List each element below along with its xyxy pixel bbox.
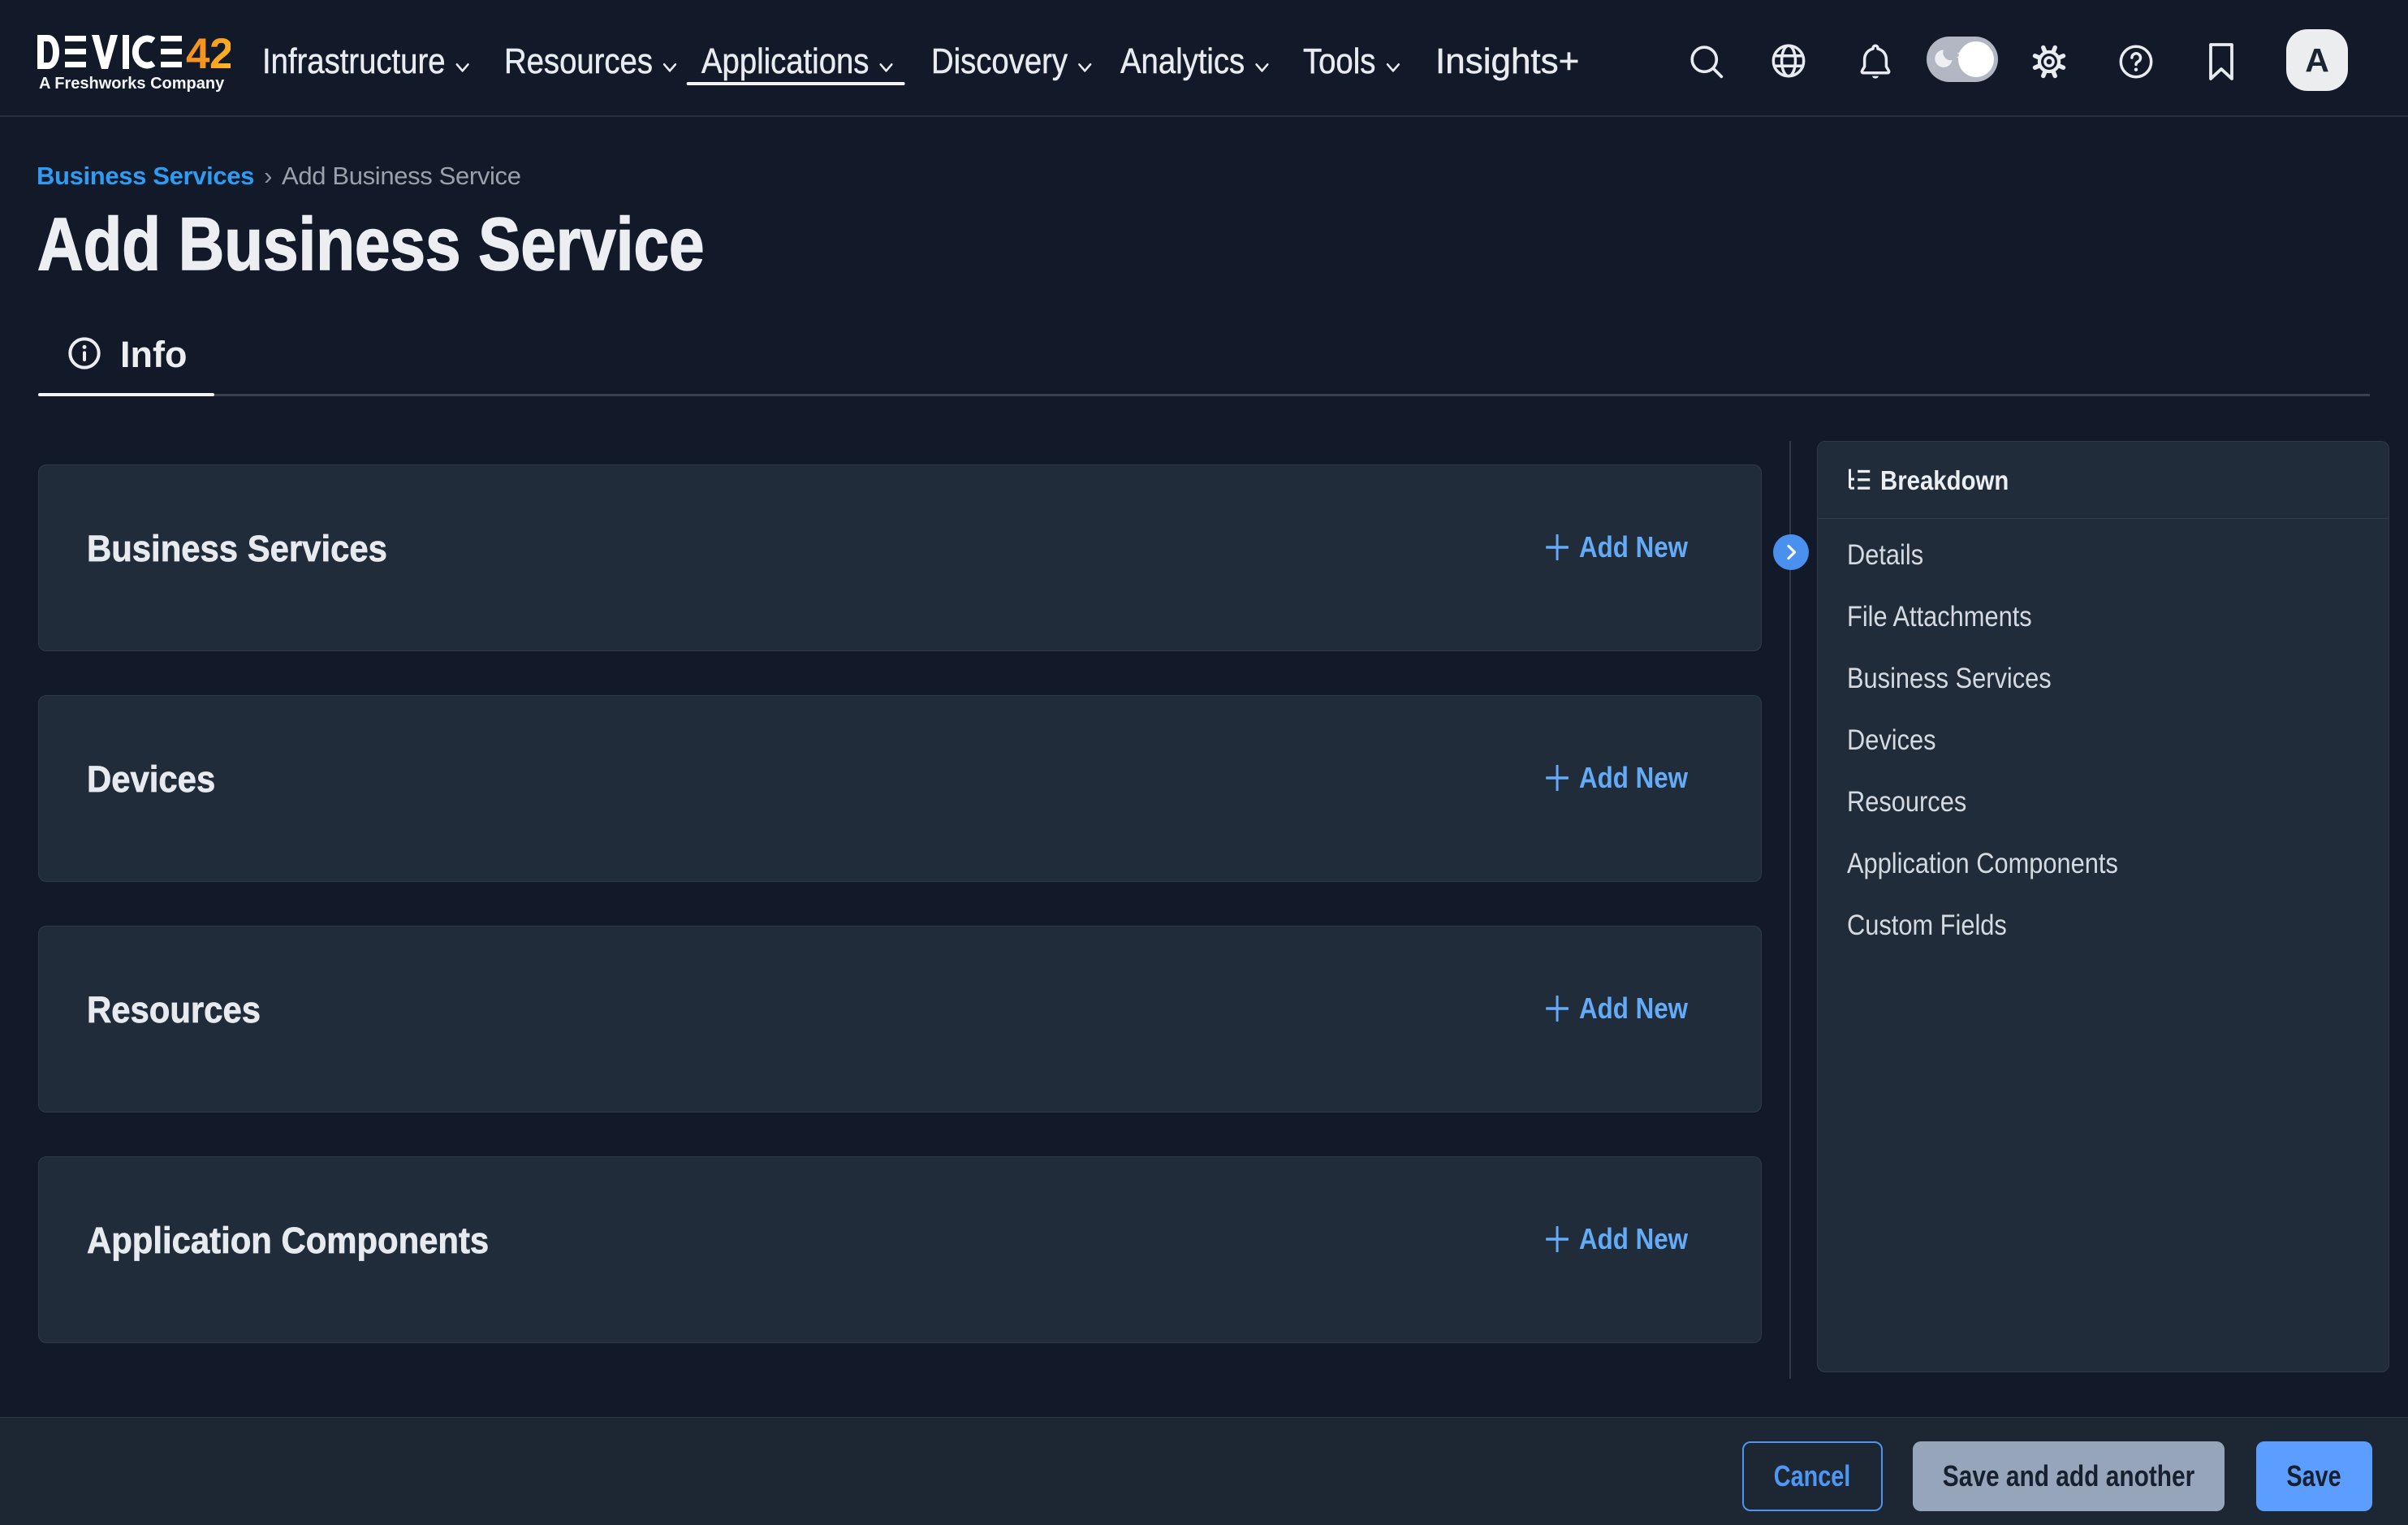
svg-text:2: 2 bbox=[209, 35, 231, 69]
svg-text:4: 4 bbox=[186, 35, 210, 69]
